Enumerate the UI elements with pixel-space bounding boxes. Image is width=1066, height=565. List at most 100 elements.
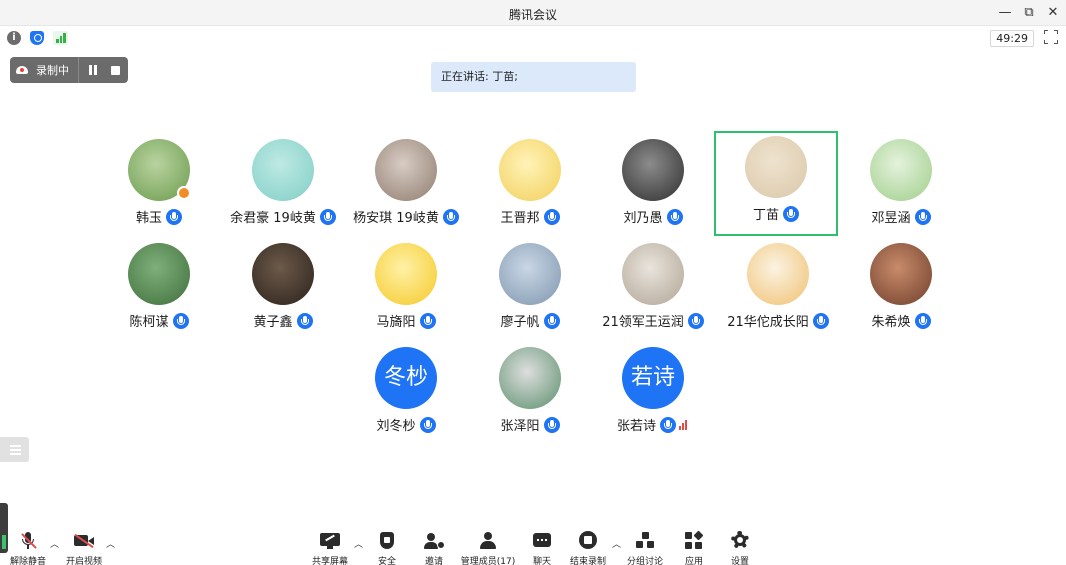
gear-icon (729, 531, 751, 551)
avatar (375, 139, 437, 201)
speaking-banner: 正在讲话: 丁苗; (431, 62, 636, 92)
participant-tile[interactable]: 丁苗 (714, 131, 838, 236)
participant-name-row: 廖子帆 (468, 311, 592, 330)
participant-tile[interactable]: 韩玉 (97, 134, 221, 239)
mic-icon (296, 312, 313, 329)
mic-icon (914, 208, 931, 225)
members-icon (477, 531, 499, 551)
avatar (499, 243, 561, 305)
share-screen-icon (319, 531, 341, 551)
mic-icon (166, 208, 182, 225)
participant-name-row: 杨安琪 19岐黄 (344, 207, 468, 226)
avatar (622, 243, 684, 305)
end-recording-button[interactable]: 结束录制 (560, 527, 616, 565)
avatar (870, 243, 932, 305)
mic-icon (543, 208, 560, 225)
participant-name: 朱希焕 (871, 315, 911, 330)
breakout-icon (634, 531, 656, 551)
meeting-timer: 49:29 (990, 30, 1034, 47)
stop-recording-icon[interactable] (111, 65, 120, 75)
participant-name-row: 丁苗 (716, 204, 836, 223)
participant-name-row: 张泽阳 (468, 415, 592, 434)
participant-name: 21华佗成长阳 (727, 315, 809, 330)
title-bar: 腾讯会议 — ⧉ ✕ (0, 0, 1066, 26)
participant-tile[interactable]: 王晋邦 (468, 134, 592, 239)
participant-tile[interactable]: 21华佗成长阳 (716, 238, 840, 343)
host-badge-icon (177, 186, 191, 200)
restore-button[interactable]: ⧉ (1020, 4, 1038, 22)
window-title: 腾讯会议 (508, 8, 557, 22)
mic-icon (543, 312, 560, 329)
shield-icon (376, 531, 398, 551)
participant-tile[interactable]: 邓昱涵 (839, 134, 963, 239)
participant-tile[interactable]: 陈柯谋 (97, 238, 221, 343)
participant-tile[interactable]: 刘乃愚 (591, 134, 715, 239)
avatar (375, 243, 437, 305)
fullscreen-icon[interactable] (1044, 30, 1058, 44)
participant-tile[interactable]: 21领军王运润 (591, 238, 715, 343)
video-options-chevron-icon[interactable]: ︿ (106, 541, 115, 550)
mic-icon (660, 416, 676, 433)
participant-name: 丁苗 (752, 208, 779, 223)
participant-name: 廖子帆 (500, 315, 540, 330)
list-toggle-icon[interactable] (0, 437, 29, 462)
mic-icon (172, 312, 189, 329)
meeting-window: 腾讯会议 — ⧉ ✕ i 49:29 录制中 正在讲话: 丁苗; 韩玉 余君豪 1… (0, 0, 1066, 565)
participant-tile[interactable]: 张泽阳 (468, 342, 592, 447)
settings-button[interactable]: 设置 (712, 527, 768, 565)
avatar (747, 243, 809, 305)
recording-label: 录制中 (36, 64, 69, 77)
participant-tile[interactable]: 若诗张若诗 (591, 342, 715, 447)
participant-name: 刘冬杪 (376, 419, 416, 434)
mic-icon (914, 312, 931, 329)
status-bar: i 49:29 (0, 27, 1066, 50)
avatar (499, 139, 561, 201)
close-button[interactable]: ✕ (1044, 4, 1062, 22)
start-video-button[interactable]: 开启视频 (56, 527, 112, 565)
camera-off-icon (73, 531, 95, 551)
participant-name-row: 刘乃愚 (591, 207, 715, 226)
shield-icon[interactable] (30, 31, 44, 45)
avatar (252, 139, 314, 201)
stop-record-icon (577, 531, 599, 551)
share-screen-button[interactable]: 共享屏幕 (302, 527, 358, 565)
participant-tile[interactable]: 余君豪 19岐黄 (221, 134, 345, 239)
avatar: 若诗 (622, 347, 684, 409)
add-user-icon (423, 531, 445, 551)
participant-tile[interactable]: 杨安琪 19岐黄 (344, 134, 468, 239)
participant-name: 邓昱涵 (871, 211, 911, 226)
participant-name-row: 韩玉 (97, 207, 221, 226)
participant-tile[interactable]: 朱希焕 (839, 238, 963, 343)
participant-name: 21领军王运润 (602, 315, 684, 330)
signal-icon[interactable] (53, 31, 68, 45)
participant-name-row: 刘冬杪 (344, 415, 468, 434)
avatar (622, 139, 684, 201)
info-icon[interactable]: i (7, 31, 21, 45)
chat-icon (531, 531, 553, 551)
participant-tile[interactable]: 黄子鑫 (221, 238, 345, 343)
participant-name: 张若诗 (616, 419, 656, 434)
bottom-toolbar: 解除静音 ︿ 开启视频 ︿ 共享屏幕 ︿ 安全 邀请 管理成员(17) 聊天 结… (0, 527, 1066, 565)
participant-tile[interactable]: 廖子帆 (468, 238, 592, 343)
participant-name-row: 黄子鑫 (221, 311, 345, 330)
pause-recording-icon[interactable] (83, 57, 105, 83)
mic-muted-icon (17, 531, 39, 551)
participant-name-row: 21华佗成长阳 (716, 311, 840, 330)
avatar: 冬杪 (375, 347, 437, 409)
mic-icon (442, 208, 459, 225)
audio-level-icon (679, 419, 689, 430)
mic-icon (812, 312, 829, 329)
participant-name-row: 马旖阳 (344, 311, 468, 330)
cloud-record-icon (16, 66, 28, 74)
participant-name-row: 余君豪 19岐黄 (221, 207, 345, 226)
mic-icon (419, 312, 436, 329)
participant-tile[interactable]: 马旖阳 (344, 238, 468, 343)
mic-icon (666, 208, 683, 225)
participant-name: 马旖阳 (376, 315, 416, 330)
participant-name-row: 王晋邦 (468, 207, 592, 226)
mic-icon (687, 312, 704, 329)
minimize-button[interactable]: — (996, 4, 1014, 22)
participant-tile[interactable]: 冬杪 刘冬杪 (344, 342, 468, 447)
mic-icon (319, 208, 336, 225)
participant-name: 黄子鑫 (253, 315, 293, 330)
